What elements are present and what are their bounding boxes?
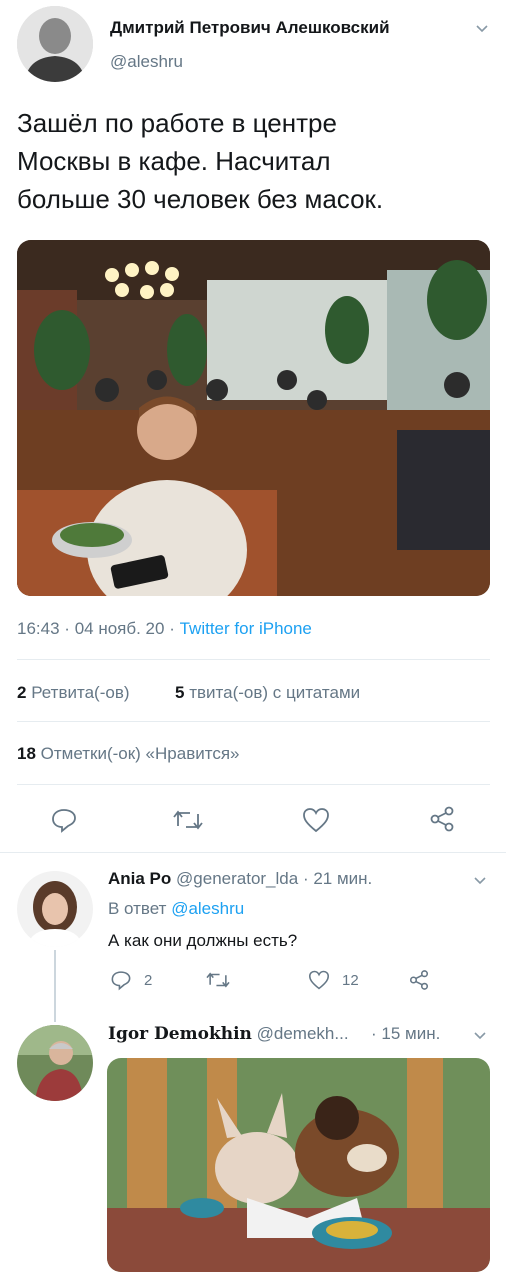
separator: · [371,1024,377,1043]
retweets-count: 2 [17,683,27,702]
reply-header: Igor Demokhin @demekh... [108,1024,349,1044]
reply-author-handle[interactable]: @demekh... [257,1024,349,1043]
chevron-down-icon[interactable] [474,20,490,36]
separator: · [302,869,309,888]
reply-author-handle[interactable]: @generator_lda [176,869,298,888]
separator: · [169,619,175,638]
divider [17,784,490,785]
tweet-timestamp: 16:43 · 04 нояб. 20 · Twitter for iPhone [17,619,312,639]
thread-line [54,950,56,1022]
like-icon[interactable] [302,807,330,833]
like-icon[interactable] [308,970,330,990]
reply-icon[interactable] [50,806,78,834]
tweet-text-line: Москвы в кафе. Насчитал [17,146,331,176]
share-icon[interactable] [408,969,430,991]
reply-header: Ania Po @generator_lda · 21 мин. [108,869,372,889]
tweet-time[interactable]: 16:43 [17,619,60,638]
retweets-label: Ретвита(-ов) [31,683,130,702]
reply-to-prefix: В ответ [108,899,167,918]
quotes-stat[interactable]: 5 твита(-ов) с цитатами [175,683,360,703]
reply-media[interactable] [107,1058,490,1272]
author-handle[interactable]: @aleshru [110,52,183,72]
reply-author-name[interactable]: Ania Po [108,869,171,888]
retweet-icon[interactable] [172,806,204,834]
reply-time[interactable]: 15 мин. [381,1024,440,1043]
retweet-icon[interactable] [205,969,231,991]
share-icon[interactable] [428,805,456,833]
reply-avatar[interactable] [17,1025,93,1101]
divider [17,721,490,722]
tweet-text: Зашёл по работе в центре Москвы в кафе. … [17,104,383,218]
reply-count: 2 [144,972,153,989]
reply-to-line: В ответ @aleshru [108,899,244,919]
chevron-down-icon[interactable] [472,1027,488,1043]
quotes-label: твита(-ов) с цитатами [189,683,361,702]
author-avatar[interactable] [17,6,93,82]
tweet-text-line: Зашёл по работе в центре [17,108,337,138]
author-name[interactable]: Дмитрий Петрович Алешковский [110,18,390,38]
likes-stat[interactable]: 18 Отметки(-ок) «Нравится» [17,744,240,764]
divider [0,852,506,853]
reply-author-name[interactable]: Igor Demokhin [108,1024,252,1044]
quotes-count: 5 [175,683,185,702]
chevron-down-icon[interactable] [472,872,488,888]
reply-text: А как они должны есть? [108,931,298,950]
tweet-text-line: больше 30 человек без масок. [17,184,384,214]
reply-time[interactable]: 21 мин. [313,869,372,888]
retweets-stat[interactable]: 2 Ретвита(-ов) [17,683,130,703]
tweet-photo[interactable] [17,240,490,596]
reply-icon[interactable] [110,969,132,991]
divider [17,659,490,660]
tweet-date[interactable]: 04 нояб. 20 [75,619,165,638]
reply-to-handle[interactable]: @aleshru [171,899,244,918]
reply-time-wrap: · 15 мин. [371,1024,440,1044]
reply-avatar[interactable] [17,871,93,947]
tweet-source[interactable]: Twitter for iPhone [180,619,312,638]
separator: · [64,619,70,638]
like-count: 12 [342,972,359,989]
likes-label: Отметки(-ок) «Нравится» [40,744,240,763]
likes-count: 18 [17,744,36,763]
